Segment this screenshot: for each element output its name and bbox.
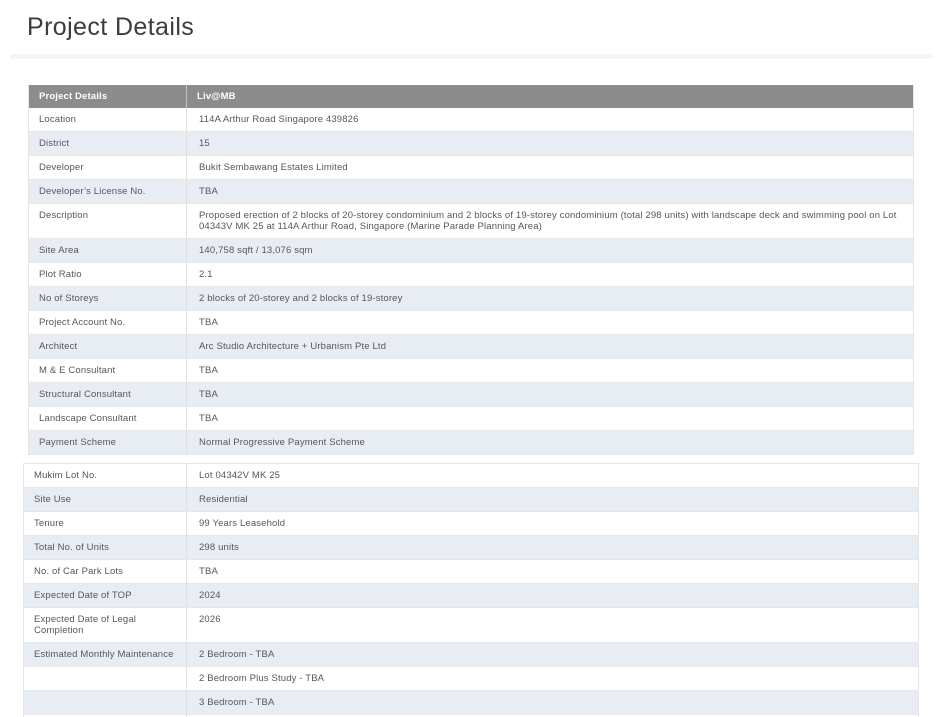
row-value: Residential bbox=[187, 488, 919, 512]
row-label: Location bbox=[29, 108, 187, 132]
table-row: Tenure99 Years Leasehold bbox=[24, 512, 919, 536]
table-row: District15 bbox=[29, 132, 914, 156]
row-value: 15 bbox=[187, 132, 914, 156]
table-row: DescriptionProposed erection of 2 blocks… bbox=[29, 204, 914, 239]
row-value: TBA bbox=[187, 359, 914, 383]
project-details-table: Project Details Liv@MB Location114A Arth… bbox=[28, 85, 914, 455]
table-row: No. of Car Park LotsTBA bbox=[24, 560, 919, 584]
table-row: No of Storeys2 blocks of 20-storey and 2… bbox=[29, 287, 914, 311]
row-value: 140,758 sqft / 13,076 sqm bbox=[187, 239, 914, 263]
row-value: 114A Arthur Road Singapore 439826 bbox=[187, 108, 914, 132]
row-label: Site Use bbox=[24, 488, 187, 512]
table-row: Expected Date of Legal Completion2026 bbox=[24, 608, 919, 643]
table-row: Estimated Monthly Maintenance2 Bedroom -… bbox=[24, 643, 919, 667]
project-lot-details-table: Mukim Lot No.Lot 04342V MK 25Site UseRes… bbox=[23, 463, 919, 717]
row-value: Bukit Sembawang Estates Limited bbox=[187, 156, 914, 180]
table-row: Payment SchemeNormal Progressive Payment… bbox=[29, 431, 914, 455]
row-label: Estimated Monthly Maintenance bbox=[24, 643, 187, 667]
row-label: Project Account No. bbox=[29, 311, 187, 335]
row-label: Developer’s License No. bbox=[29, 180, 187, 204]
row-value: Proposed erection of 2 blocks of 20-stor… bbox=[187, 204, 914, 239]
row-label: Landscape Consultant bbox=[29, 407, 187, 431]
row-value: 99 Years Leasehold bbox=[187, 512, 919, 536]
row-label: Developer bbox=[29, 156, 187, 180]
table-header-row: Project Details Liv@MB bbox=[29, 85, 914, 108]
row-value: TBA bbox=[187, 383, 914, 407]
row-value: TBA bbox=[187, 407, 914, 431]
row-label: Site Area bbox=[29, 239, 187, 263]
row-label: Plot Ratio bbox=[29, 263, 187, 287]
header-col-project-details: Project Details bbox=[29, 85, 187, 108]
row-label: Total No. of Units bbox=[24, 536, 187, 560]
section-divider bbox=[10, 54, 933, 59]
row-value: Lot 04342V MK 25 bbox=[187, 464, 919, 488]
row-value: Normal Progressive Payment Scheme bbox=[187, 431, 914, 455]
table-row: Plot Ratio2.1 bbox=[29, 263, 914, 287]
row-label: Description bbox=[29, 204, 187, 239]
table-row: Structural ConsultantTBA bbox=[29, 383, 914, 407]
row-value: 2 Bedroom - TBA bbox=[187, 643, 919, 667]
row-value: 2 blocks of 20-storey and 2 blocks of 19… bbox=[187, 287, 914, 311]
row-label: Mukim Lot No. bbox=[24, 464, 187, 488]
row-label: Architect bbox=[29, 335, 187, 359]
row-label: Tenure bbox=[24, 512, 187, 536]
table-row: ArchitectArc Studio Architecture + Urban… bbox=[29, 335, 914, 359]
header-col-project-name: Liv@MB bbox=[187, 85, 914, 108]
page-title: Project Details bbox=[27, 13, 943, 42]
table-row: DeveloperBukit Sembawang Estates Limited bbox=[29, 156, 914, 180]
table-row: Developer’s License No.TBA bbox=[29, 180, 914, 204]
table-row: 3 Bedroom - TBA bbox=[24, 691, 919, 715]
table-row: Site Area140,758 sqft / 13,076 sqm bbox=[29, 239, 914, 263]
page: Project Details Project Details Liv@MB L… bbox=[0, 13, 943, 717]
row-value: 2026 bbox=[187, 608, 919, 643]
table-row: Total No. of Units298 units bbox=[24, 536, 919, 560]
row-value: 2 Bedroom Plus Study - TBA bbox=[187, 667, 919, 691]
row-value: 3 Bedroom - TBA bbox=[187, 691, 919, 715]
row-label: Expected Date of Legal Completion bbox=[24, 608, 187, 643]
row-label: District bbox=[29, 132, 187, 156]
table-row: Location114A Arthur Road Singapore 43982… bbox=[29, 108, 914, 132]
table-row: Site UseResidential bbox=[24, 488, 919, 512]
table-row: Mukim Lot No.Lot 04342V MK 25 bbox=[24, 464, 919, 488]
table-row: M & E ConsultantTBA bbox=[29, 359, 914, 383]
table-row: Expected Date of TOP2024 bbox=[24, 584, 919, 608]
table-row: Project Account No.TBA bbox=[29, 311, 914, 335]
row-label bbox=[24, 667, 187, 691]
table-row: 2 Bedroom Plus Study - TBA bbox=[24, 667, 919, 691]
row-value: 2.1 bbox=[187, 263, 914, 287]
row-value: TBA bbox=[187, 311, 914, 335]
row-label: Structural Consultant bbox=[29, 383, 187, 407]
row-label bbox=[24, 691, 187, 715]
row-label: Payment Scheme bbox=[29, 431, 187, 455]
row-label: No of Storeys bbox=[29, 287, 187, 311]
row-value: 2024 bbox=[187, 584, 919, 608]
table-row: Landscape ConsultantTBA bbox=[29, 407, 914, 431]
row-label: M & E Consultant bbox=[29, 359, 187, 383]
row-label: Expected Date of TOP bbox=[24, 584, 187, 608]
row-value: Arc Studio Architecture + Urbanism Pte L… bbox=[187, 335, 914, 359]
row-label: No. of Car Park Lots bbox=[24, 560, 187, 584]
row-value: TBA bbox=[187, 560, 919, 584]
row-value: 298 units bbox=[187, 536, 919, 560]
row-value: TBA bbox=[187, 180, 914, 204]
